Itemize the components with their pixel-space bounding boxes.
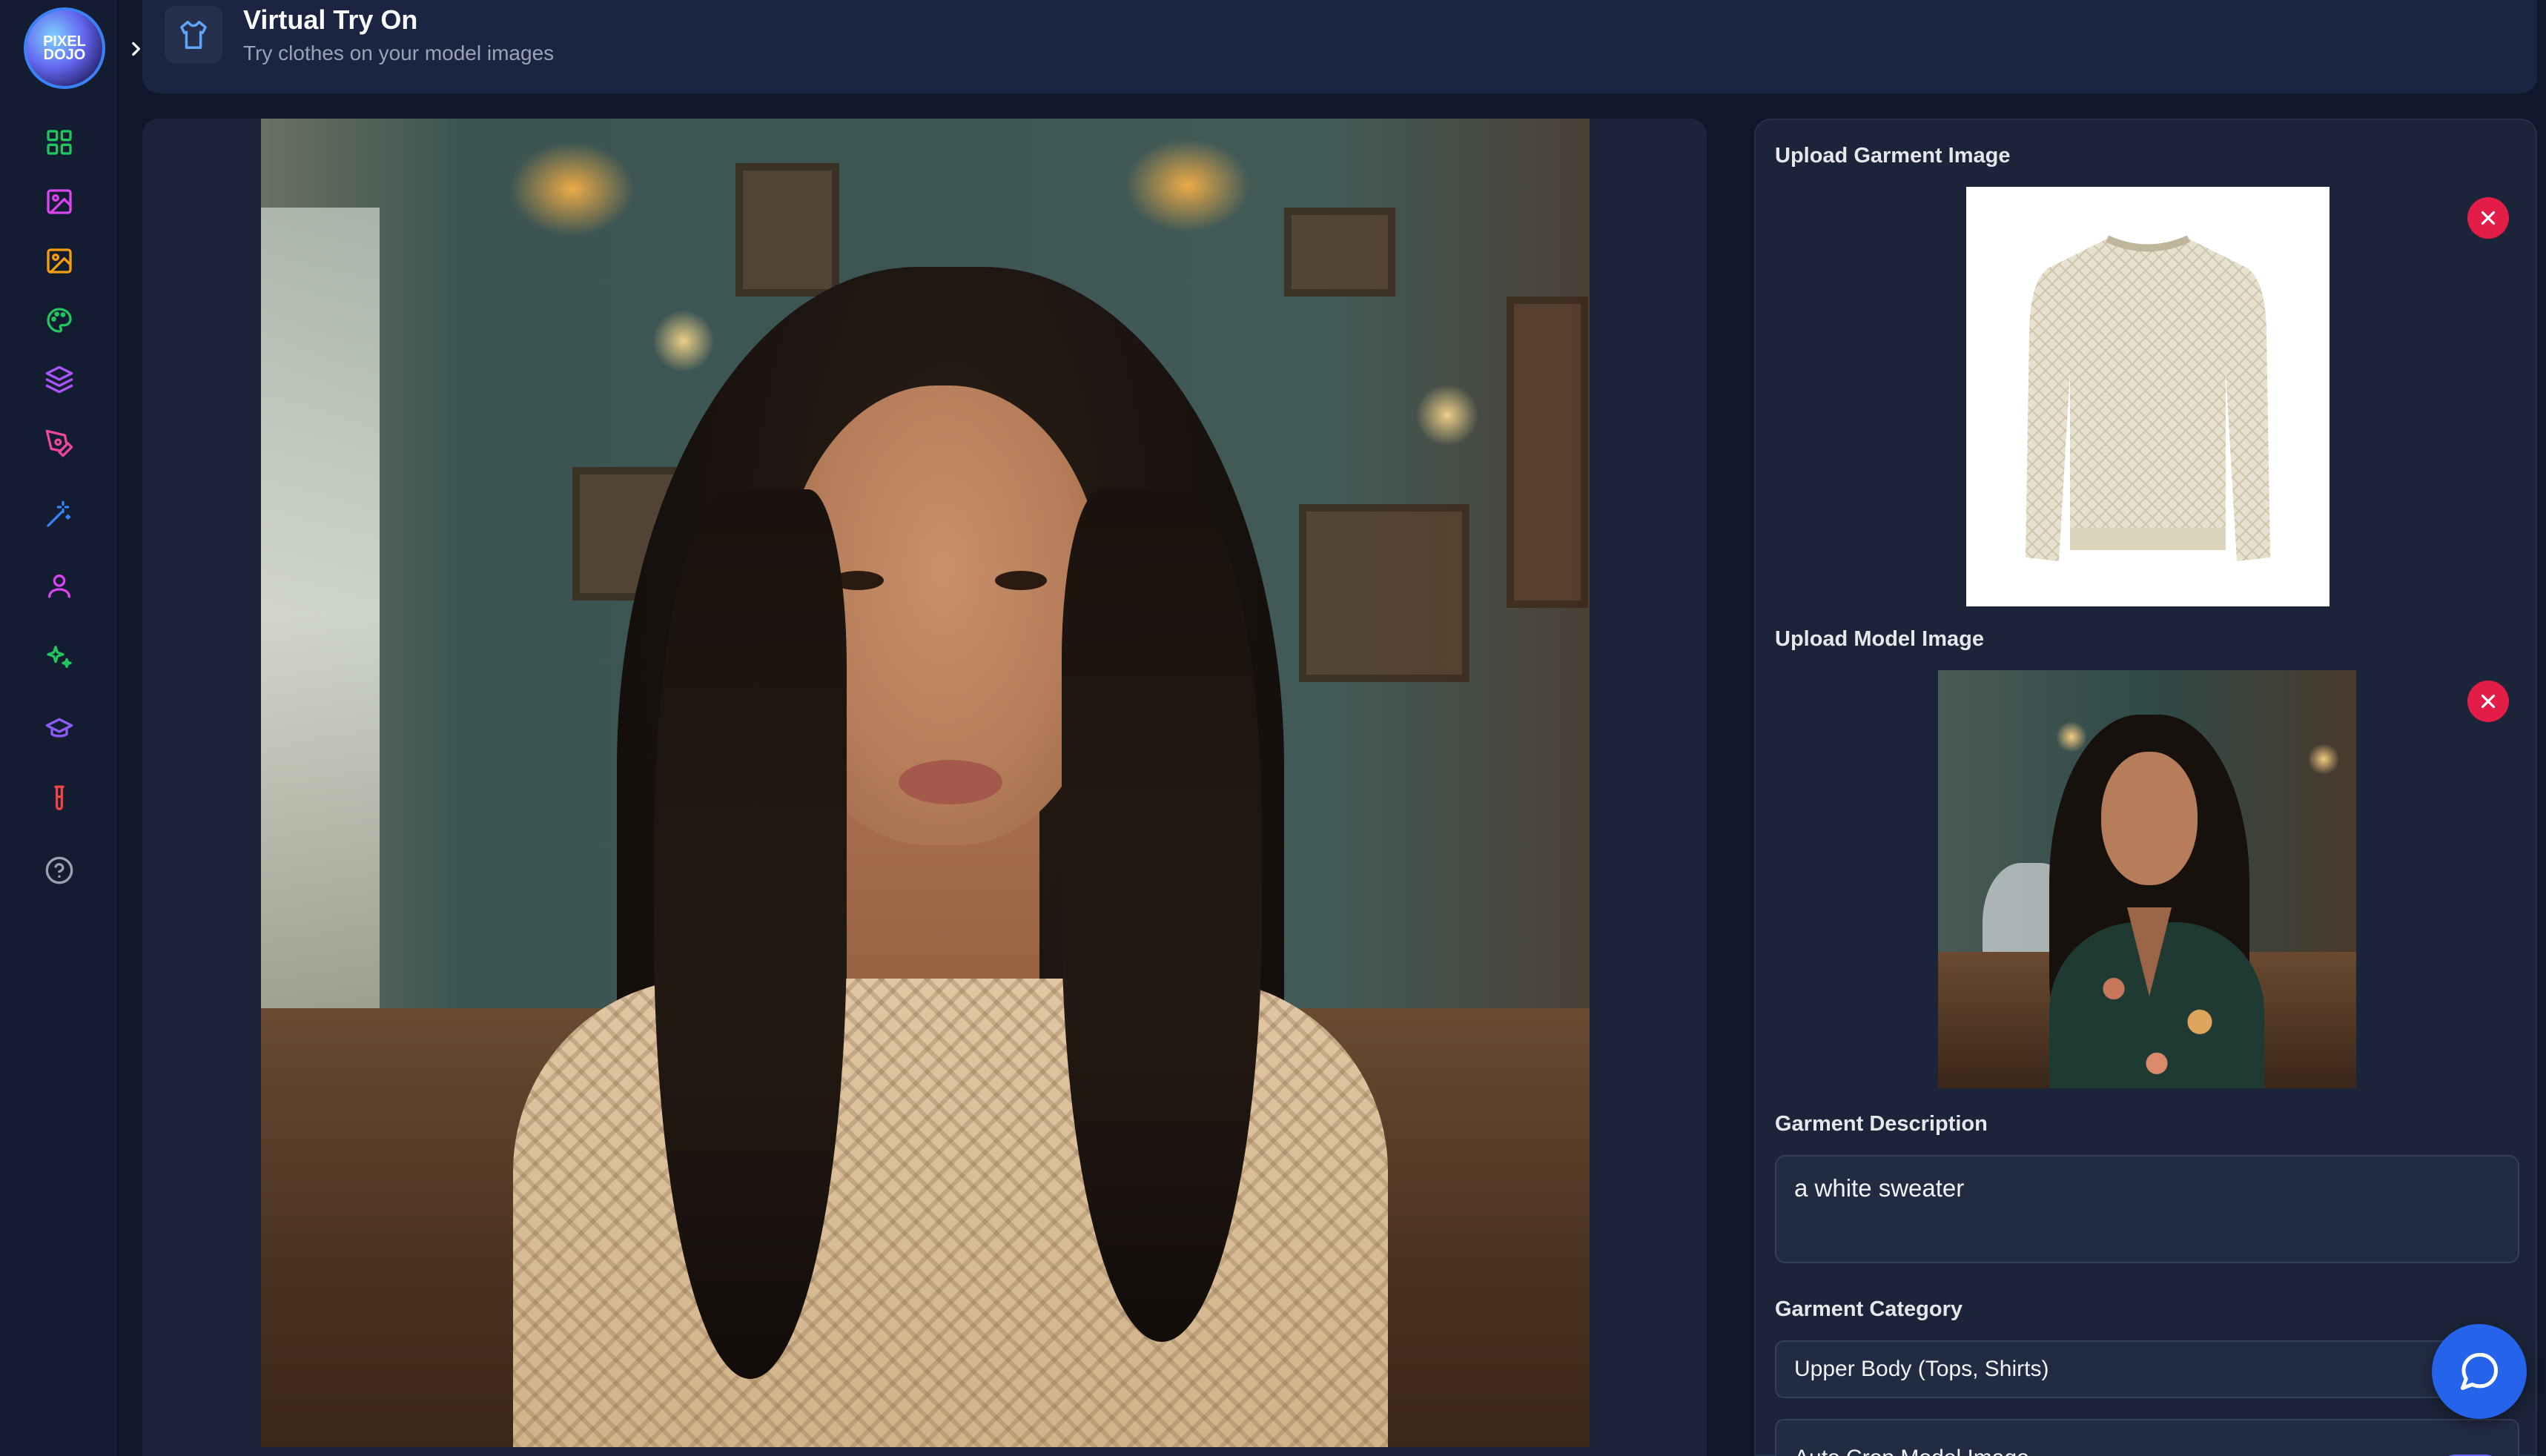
- shirt-icon: [165, 6, 222, 64]
- page-subtitle: Try clothes on your model images: [243, 42, 555, 64]
- garment-category-value: Upper Body (Tops, Shirts): [1794, 1357, 2049, 1381]
- remove-model-button[interactable]: [2467, 681, 2509, 722]
- chat-bubble-icon: [2461, 1352, 2499, 1390]
- garment-description-input[interactable]: a white sweater: [1775, 1155, 2519, 1263]
- remove-garment-button[interactable]: [2467, 197, 2509, 239]
- result-image[interactable]: [261, 119, 1590, 1447]
- app-logo[interactable]: PIXEL DOJO: [24, 7, 105, 89]
- graduation-cap-icon[interactable]: [42, 710, 77, 746]
- model-image-preview[interactable]: [1938, 670, 2356, 1088]
- logo-text: PIXEL DOJO: [43, 33, 86, 63]
- image-icon[interactable]: [42, 184, 77, 219]
- model-image-label: Upload Model Image: [1775, 627, 1984, 651]
- auto-crop-row: Auto Crop Model Image: [1775, 1419, 2519, 1456]
- pen-tool-icon[interactable]: [42, 426, 77, 461]
- layers-icon[interactable]: [42, 362, 77, 397]
- help-circle-icon[interactable]: [42, 853, 77, 888]
- palette-icon[interactable]: [42, 302, 77, 338]
- garment-image-label: Upload Garment Image: [1775, 144, 2011, 168]
- settings-panel: Upload Garment Image Upload Model Image …: [1754, 119, 2537, 1456]
- magic-wand-icon[interactable]: [42, 497, 77, 532]
- garment-category-label: Garment Category: [1775, 1297, 1963, 1321]
- image-edit-icon[interactable]: [42, 243, 77, 279]
- test-tube-icon[interactable]: [42, 781, 77, 817]
- sparkles-icon[interactable]: [42, 639, 77, 675]
- page-title: Virtual Try On: [243, 4, 418, 35]
- dashboard-grid-icon[interactable]: [42, 125, 77, 160]
- sidebar: PIXEL DOJO: [0, 0, 119, 1456]
- user-icon[interactable]: [42, 568, 77, 603]
- garment-image-preview[interactable]: [1966, 187, 2330, 606]
- garment-category-select[interactable]: Upper Body (Tops, Shirts): [1775, 1340, 2519, 1398]
- auto-crop-label: Auto Crop Model Image: [1794, 1446, 2029, 1456]
- result-canvas: [142, 119, 1707, 1456]
- page-header: Virtual Try On Try clothes on your model…: [142, 0, 2537, 93]
- chat-button[interactable]: [2432, 1324, 2527, 1419]
- garment-description-label: Garment Description: [1775, 1112, 1988, 1136]
